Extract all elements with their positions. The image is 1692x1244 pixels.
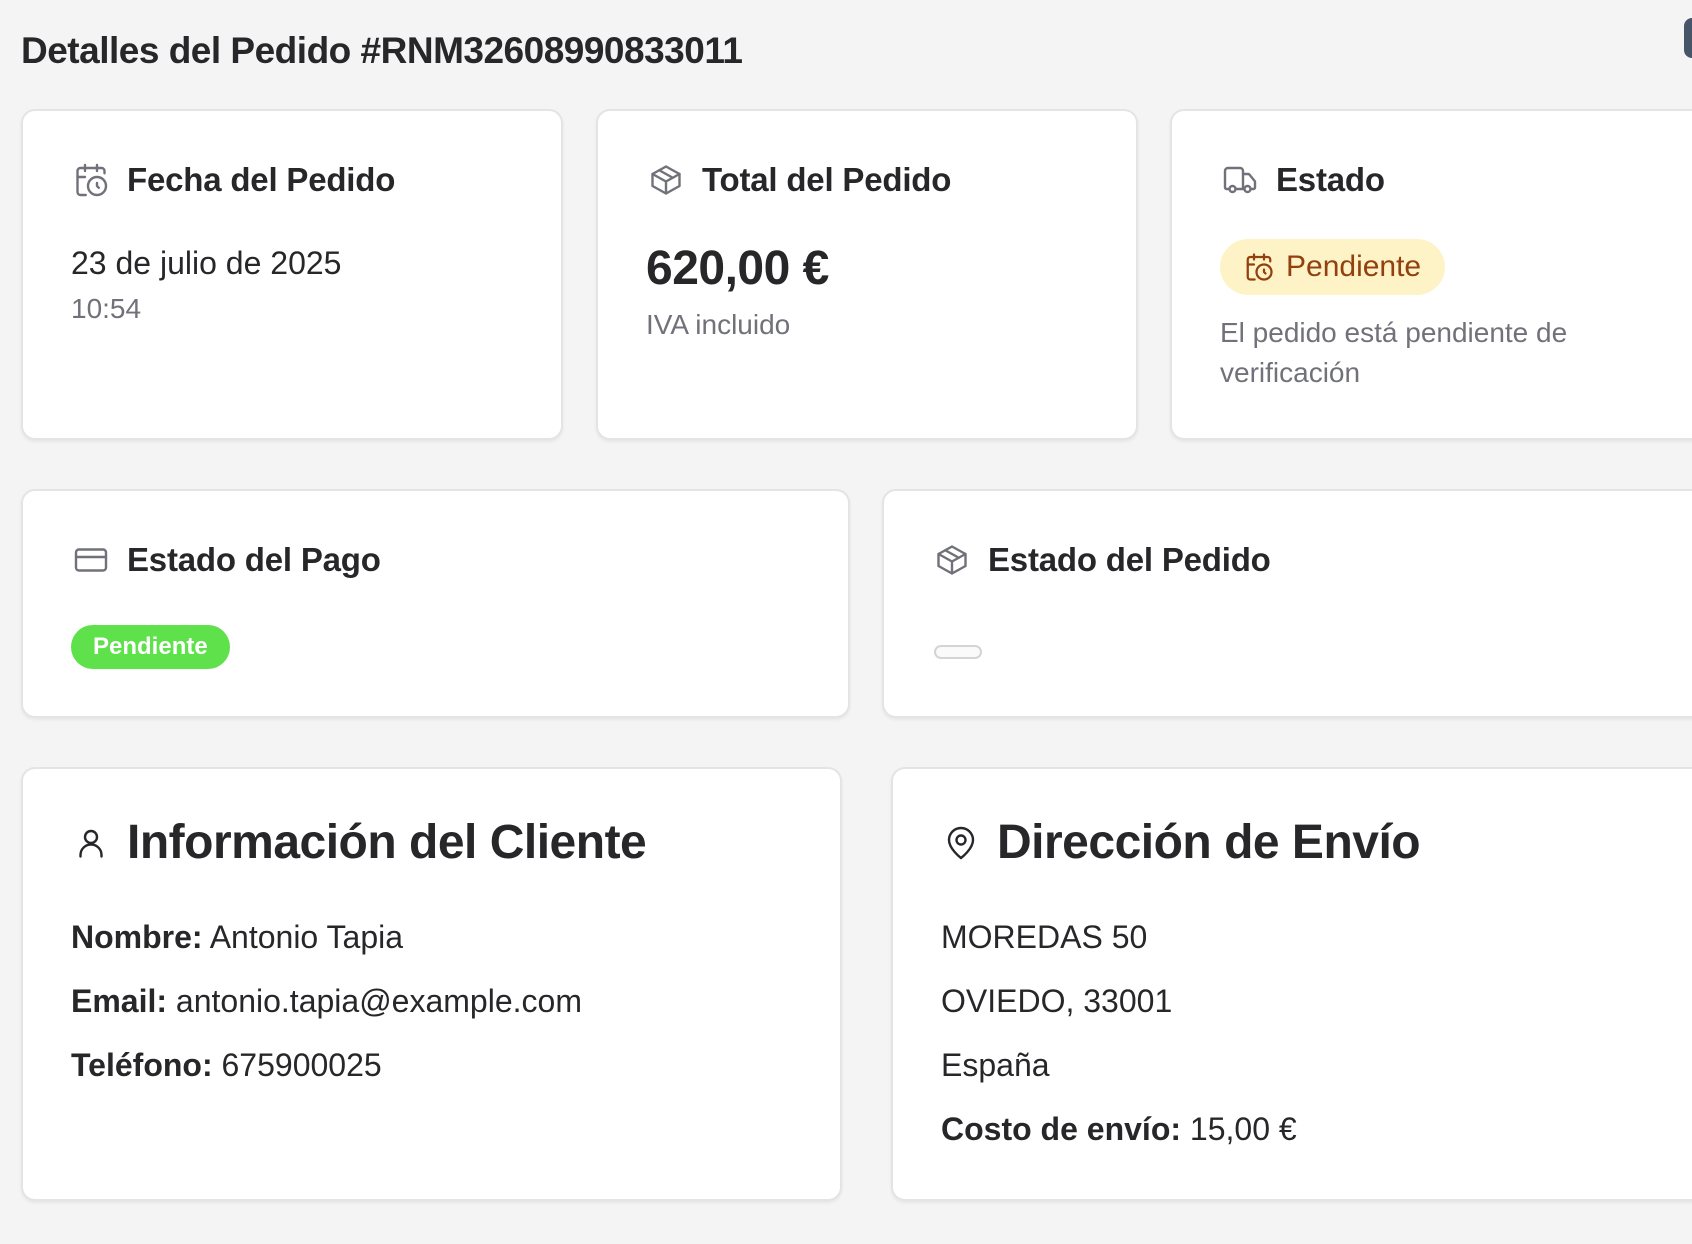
page-title: Detalles del Pedido #RNM32608990833011 [21, 30, 743, 71]
user-icon [73, 825, 109, 861]
tax-note: IVA incluido [646, 309, 791, 340]
shipping-country: España [941, 1047, 1050, 1083]
order-status-card: Estado del Pedido [882, 489, 1692, 718]
shipping-address-header: Dirección de Envío [943, 815, 1421, 870]
order-date-card: Fecha del Pedido 23 de julio de 2025 10:… [21, 109, 563, 440]
payment-status-header: Estado del Pago [73, 541, 381, 579]
payment-status-badge: Pendiente [71, 625, 230, 669]
customer-name: Nombre: Antonio Tapia [71, 919, 403, 956]
shipping-address-title: Dirección de Envío [997, 816, 1421, 869]
customer-phone-value: 675900025 [221, 1047, 382, 1083]
order-status-badge-empty [934, 645, 982, 659]
calendar-clock-icon [73, 162, 109, 198]
customer-name-value: Antonio Tapia [209, 919, 404, 955]
customer-email-value: antonio.tapia@example.com [175, 983, 582, 1019]
order-status-header: Estado del Pedido [934, 541, 1271, 579]
customer-info-title: Información del Cliente [127, 816, 647, 869]
status-header: Estado [1222, 161, 1385, 199]
order-total-label: Total del Pedido [702, 161, 952, 198]
order-date-label: Fecha del Pedido [127, 161, 396, 198]
customer-info-card: Información del Cliente Nombre: Antonio … [21, 767, 842, 1201]
package-icon [648, 162, 684, 198]
customer-info-header: Información del Cliente [73, 815, 647, 870]
customer-phone-label: Teléfono: [71, 1047, 213, 1083]
credit-card-icon [73, 542, 109, 578]
edge-button[interactable] [1684, 18, 1692, 58]
calendar-clock-icon [1244, 252, 1274, 282]
shipping-line2: OVIEDO, 33001 [941, 983, 1173, 1019]
map-pin-icon [943, 825, 979, 861]
truck-icon [1222, 162, 1258, 198]
order-date-value: 23 de julio de 2025 [71, 245, 342, 281]
customer-email: Email: antonio.tapia@example.com [71, 983, 582, 1020]
shipping-cost-value: 15,00 € [1189, 1111, 1297, 1147]
order-status-label: Estado del Pedido [988, 541, 1271, 578]
shipping-cost-label: Costo de envío: [941, 1111, 1182, 1147]
order-total-amount: 620,00 € [646, 242, 829, 295]
order-total-header: Total del Pedido [648, 161, 951, 199]
customer-phone: Teléfono: 675900025 [71, 1047, 382, 1084]
shipping-cost: Costo de envío: 15,00 € [941, 1111, 1297, 1148]
shipping-line1: MOREDAS 50 [941, 919, 1148, 955]
status-card: Estado Pendiente El pedido está pendient… [1170, 109, 1692, 440]
shipping-address-card: Dirección de Envío MOREDAS 50 OVIEDO, 33… [891, 767, 1692, 1201]
status-badge-label: Pendiente [1286, 250, 1422, 283]
customer-name-label: Nombre: [71, 919, 203, 955]
status-label: Estado [1276, 161, 1385, 198]
customer-email-label: Email: [71, 983, 168, 1019]
payment-status-label: Estado del Pago [127, 541, 381, 578]
order-time-value: 10:54 [71, 293, 142, 324]
status-badge: Pendiente [1220, 239, 1446, 295]
order-date-header: Fecha del Pedido [73, 161, 395, 199]
order-total-card: Total del Pedido 620,00 € IVA incluido [596, 109, 1138, 440]
payment-status-card: Estado del Pago Pendiente [21, 489, 850, 718]
status-description: El pedido está pendiente de verificación [1220, 317, 1568, 388]
package-icon [934, 542, 970, 578]
